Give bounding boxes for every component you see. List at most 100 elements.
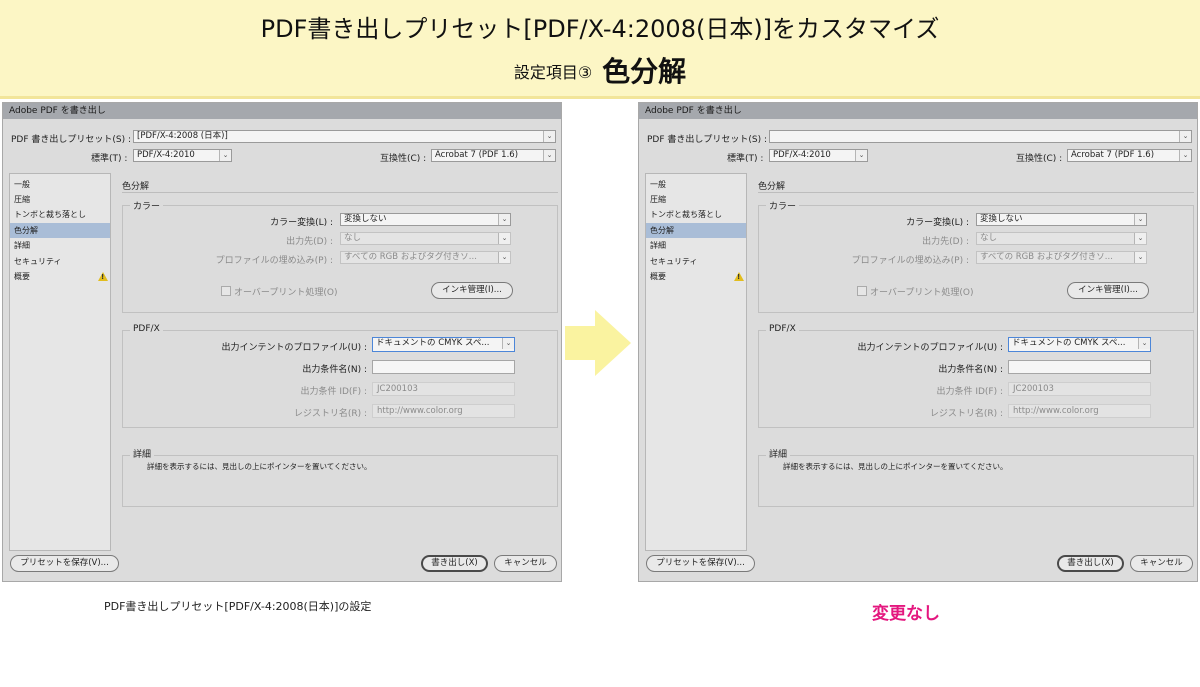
destination-dropdown[interactable]: なし ⌄ [976,232,1147,245]
dialog-title-bar: Adobe PDF を書き出し [639,103,1197,119]
output-intent-dropdown[interactable]: ドキュメントの CMYK スペ... ⌄ [372,337,515,352]
sidebar-item-security[interactable]: セキュリティ [646,254,746,269]
details-text: 詳細を表示するには、見出しの上にポインターを置いてください。 [783,462,1008,471]
export-button[interactable]: 書き出し(X) [421,555,488,572]
color-conversion-label: カラー変換(L) : [270,218,333,228]
output-condition-id-field[interactable]: JC200103 [372,382,515,396]
chevron-down-icon: ⌄ [543,131,555,142]
destination-value: なし [344,233,362,243]
pdfx-group-label: PDF/X [766,324,799,334]
sidebar-item-output[interactable]: 色分解 [646,223,746,238]
standard-label: 標準(T) : [727,154,764,164]
section-divider [758,192,1194,193]
chevron-down-icon: ⌄ [498,233,510,244]
destination-dropdown[interactable]: なし ⌄ [340,232,511,245]
registry-name-label: レジストリ名(R) : [929,409,1003,419]
caption-before: PDF書き出しプリセット[PDF/X-4:2008(日本)]の設定 [104,600,372,613]
sidebar-item-advanced[interactable]: 詳細 [10,238,110,253]
sidebar-item-compression[interactable]: 圧縮 [10,192,110,207]
export-dialog-before: Adobe PDF を書き出し PDF 書き出しプリセット(S) : [PDF/… [2,102,562,582]
pdfx-group-label: PDF/X [130,324,163,334]
destination-label: 出力先(D) : [922,237,969,247]
compat-dropdown[interactable]: Acrobat 7 (PDF 1.6) ⌄ [431,149,556,162]
standard-dropdown[interactable]: PDF/X-4:2010 ⌄ [769,149,868,162]
sidebar-item-summary[interactable]: 概要 [646,269,746,284]
output-intent-value: ドキュメントの CMYK スペ... [376,338,490,348]
compat-value: Acrobat 7 (PDF 1.6) [435,150,519,160]
chevron-down-icon: ⌄ [855,150,867,161]
profile-inclusion-label: プロファイルの埋め込み(P) : [215,256,333,266]
sidebar-item-marks-bleeds[interactable]: トンボと裁ち落とし [10,207,110,222]
sidebar-item-summary[interactable]: 概要 [10,269,110,284]
color-conversion-value: 変換しない [980,214,1023,224]
output-condition-id-field[interactable]: JC200103 [1008,382,1151,396]
preset-label: PDF 書き出しプリセット(S) : [647,135,768,145]
section-title: 色分解 [758,182,786,192]
warning-icon: ! [98,272,108,281]
color-group-label: カラー [766,199,800,212]
save-preset-button[interactable]: プリセットを保存(V)... [646,555,755,572]
sidebar-item-security[interactable]: セキュリティ [10,254,110,269]
output-intent-value: ドキュメントの CMYK スペ... [1012,338,1126,348]
dialog-title-bar: Adobe PDF を書き出し [3,103,561,119]
header-banner: PDF書き出しプリセット[PDF/X-4:2008(日本)]をカスタマイズ 設定… [0,0,1200,99]
preset-dropdown[interactable]: [PDF/X-4:2008 (日本)] ⌄ [133,130,556,143]
sidebar-item-advanced[interactable]: 詳細 [646,238,746,253]
chevron-down-icon: ⌄ [498,214,510,225]
caption-after: 変更なし [872,604,940,624]
registry-name-field[interactable]: http://www.color.org [372,404,515,418]
chevron-down-icon: ⌄ [498,252,510,263]
chevron-down-icon: ⌄ [1134,233,1146,244]
output-intent-label: 出力インテントのプロファイル(U) : [857,343,1003,353]
standard-value: PDF/X-4:2010 [773,150,831,160]
ink-manager-button[interactable]: インキ管理(I)... [431,282,513,299]
standard-value: PDF/X-4:2010 [137,150,195,160]
overprint-label: オーバープリント処理(O) [870,288,974,298]
sidebar-item-general[interactable]: 一般 [646,177,746,192]
save-preset-button[interactable]: プリセットを保存(V)... [10,555,119,572]
overprint-checkbox[interactable] [221,286,231,296]
preset-dropdown[interactable]: ⌄ [769,130,1192,143]
registry-name-label: レジストリ名(R) : [293,409,367,419]
output-condition-name-field[interactable] [372,360,515,374]
registry-name-field[interactable]: http://www.color.org [1008,404,1151,418]
sidebar-item-output[interactable]: 色分解 [10,223,110,238]
color-conversion-dropdown[interactable]: 変換しない ⌄ [340,213,511,226]
sidebar: 一般 圧縮 トンボと裁ち落とし 色分解 詳細 セキュリティ 概要 ! [645,173,747,551]
standard-dropdown[interactable]: PDF/X-4:2010 ⌄ [133,149,232,162]
color-conversion-dropdown[interactable]: 変換しない ⌄ [976,213,1147,226]
destination-label: 出力先(D) : [286,237,333,247]
output-intent-dropdown[interactable]: ドキュメントの CMYK スペ... ⌄ [1008,337,1151,352]
export-button[interactable]: 書き出し(X) [1057,555,1124,572]
details-group-label: 詳細 [766,447,791,460]
subtitle-prefix: 設定項目③ [513,63,593,82]
output-condition-name-field[interactable] [1008,360,1151,374]
compat-dropdown[interactable]: Acrobat 7 (PDF 1.6) ⌄ [1067,149,1192,162]
profile-inclusion-dropdown[interactable]: すべての RGB およびタグ付きソ... ⌄ [976,251,1147,264]
compat-value: Acrobat 7 (PDF 1.6) [1071,150,1155,160]
destination-value: なし [980,233,998,243]
sidebar-item-general[interactable]: 一般 [10,177,110,192]
sidebar-item-marks-bleeds[interactable]: トンボと裁ち落とし [646,207,746,222]
ink-manager-button[interactable]: インキ管理(I)... [1067,282,1149,299]
cancel-button[interactable]: キャンセル [1130,555,1193,572]
color-conversion-value: 変換しない [344,214,387,224]
chevron-down-icon: ⌄ [1179,150,1191,161]
overprint-checkbox[interactable] [857,286,867,296]
output-condition-id-label: 出力条件 ID(F) : [300,387,367,397]
profile-inclusion-value: すべての RGB およびタグ付きソ... [980,252,1113,262]
output-condition-name-label: 出力条件名(N) : [938,365,1003,375]
compat-label: 互換性(C) : [1016,154,1063,164]
standard-label: 標準(T) : [91,154,128,164]
overprint-label: オーバープリント処理(O) [234,288,338,298]
sidebar-item-compression[interactable]: 圧縮 [646,192,746,207]
right-arrow-icon [565,310,631,376]
compat-label: 互換性(C) : [380,154,427,164]
profile-inclusion-dropdown[interactable]: すべての RGB およびタグ付きソ... ⌄ [340,251,511,264]
section-title: 色分解 [122,182,150,192]
preset-label: PDF 書き出しプリセット(S) : [11,135,132,145]
chevron-down-icon: ⌄ [1134,214,1146,225]
color-group-label: カラー [130,199,164,212]
cancel-button[interactable]: キャンセル [494,555,557,572]
chevron-down-icon: ⌄ [219,150,231,161]
